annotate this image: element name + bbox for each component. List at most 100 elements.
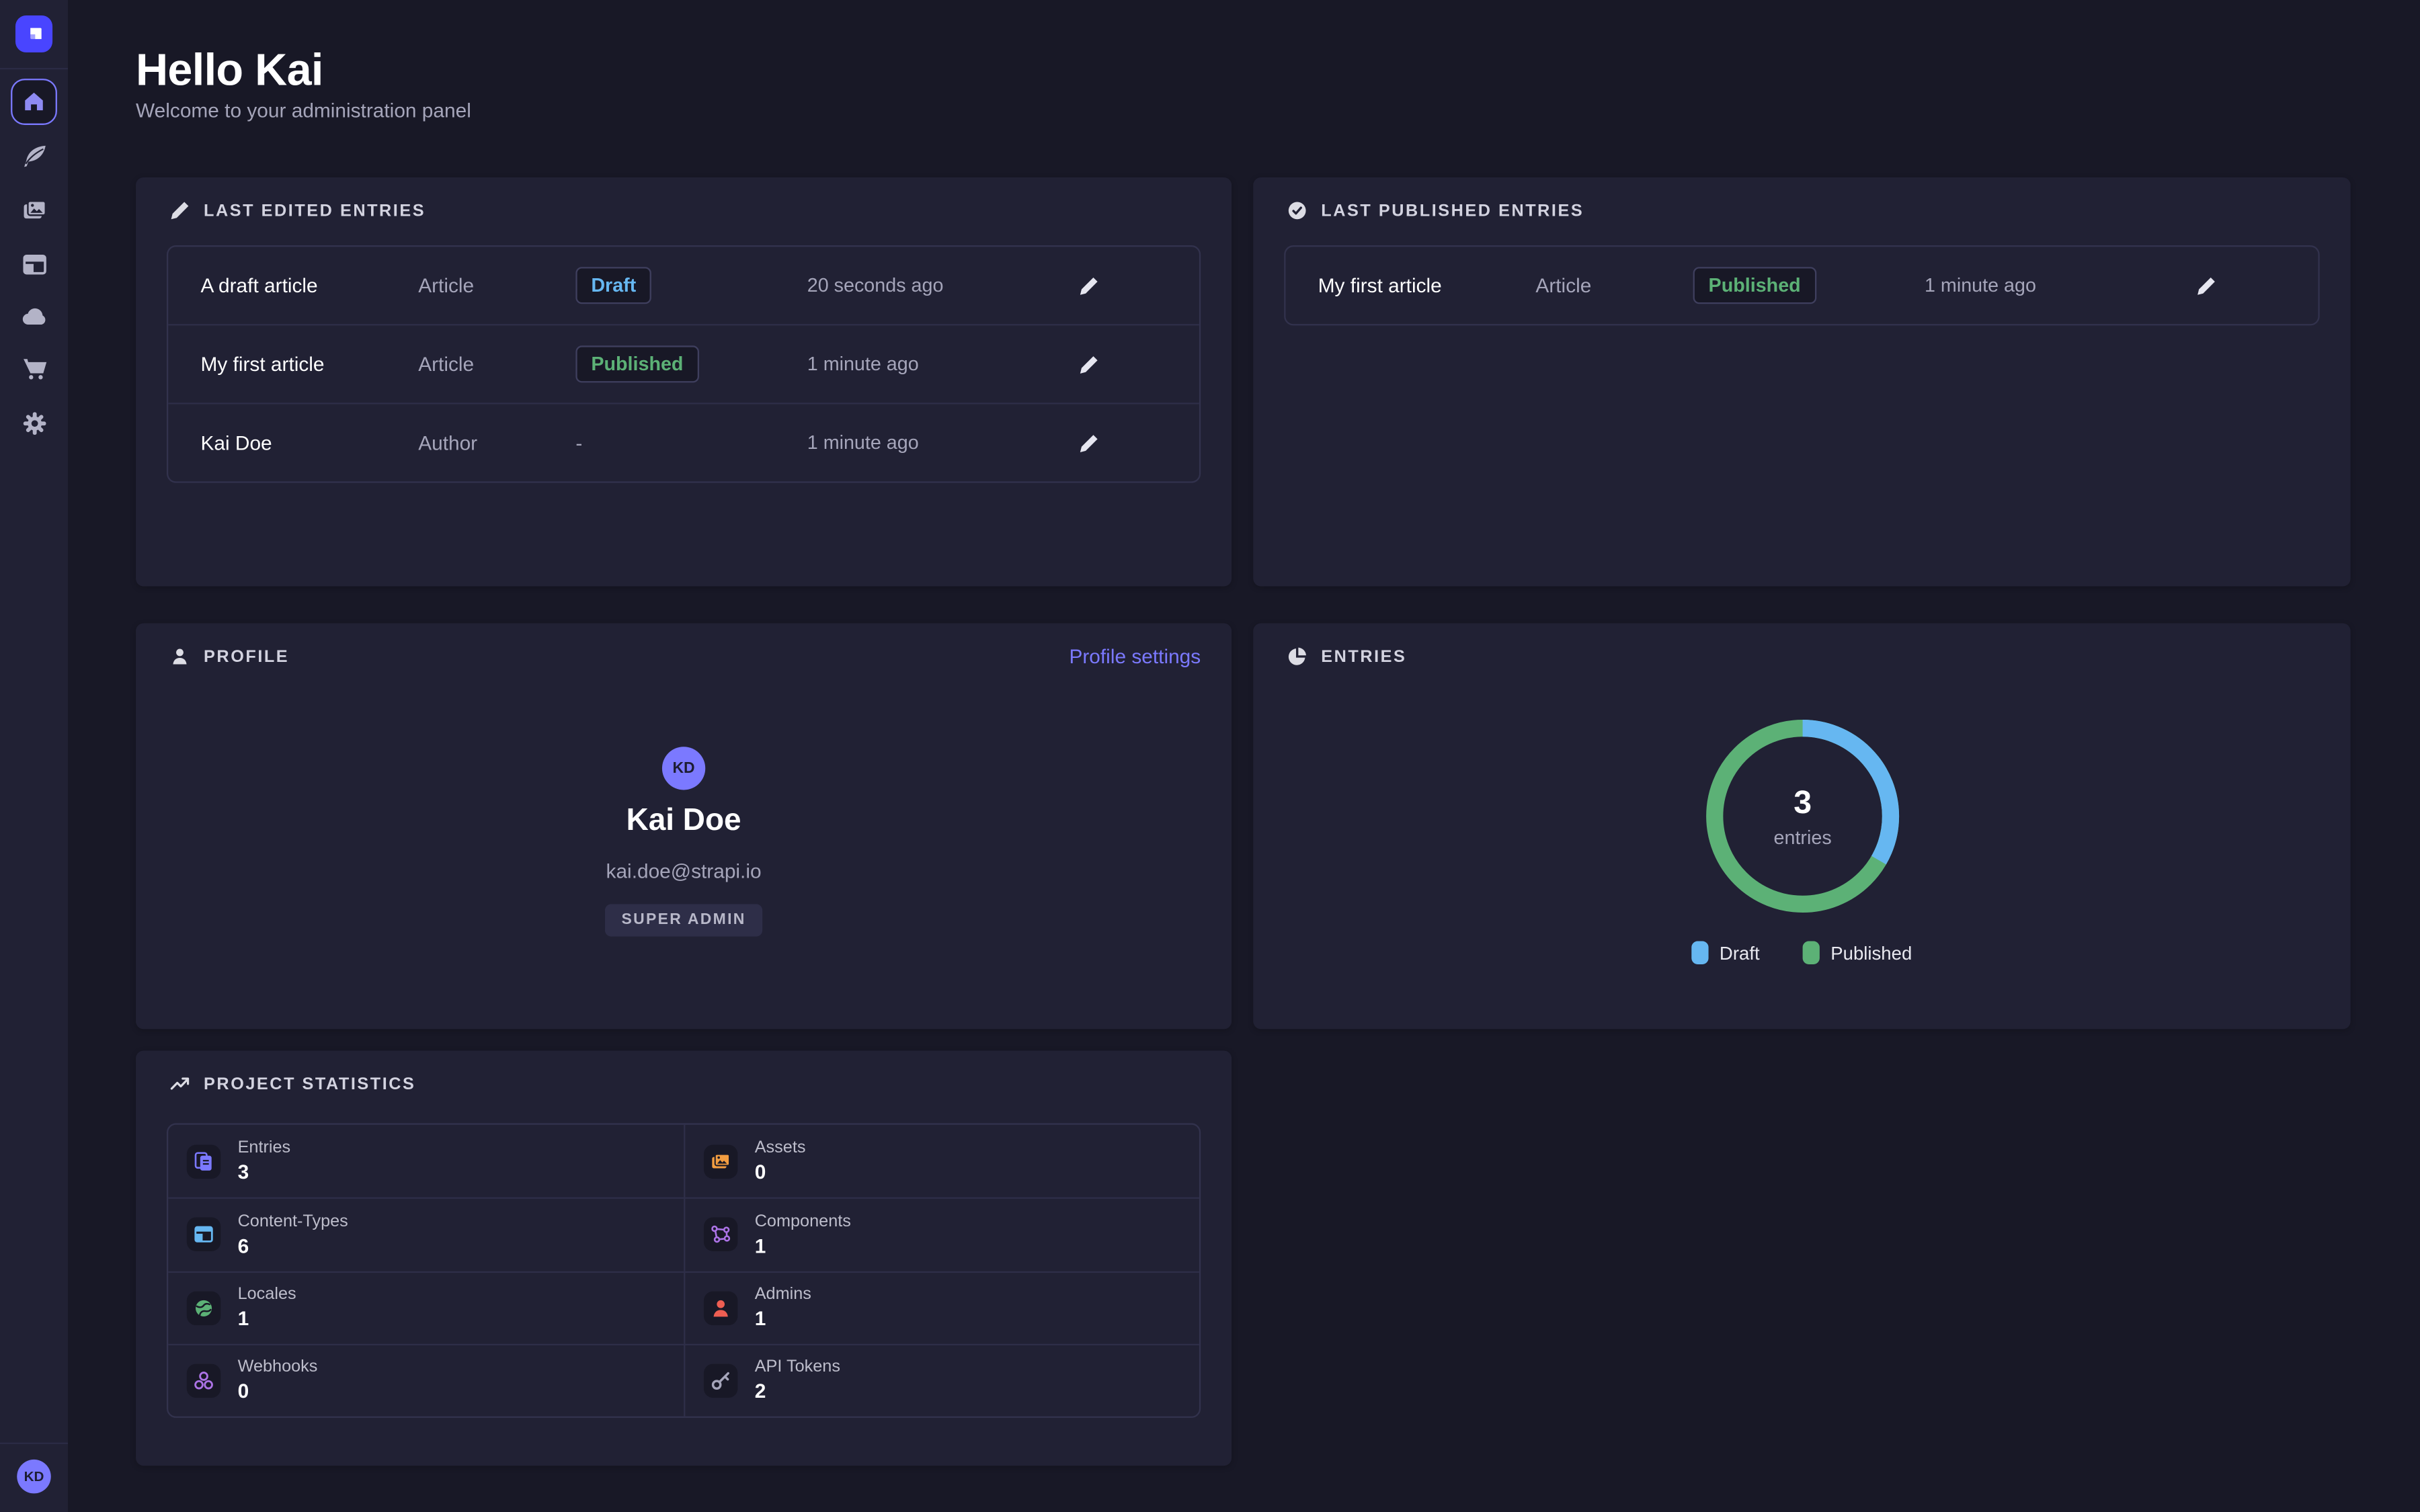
entry-type: Article <box>1535 274 1591 297</box>
components-icon <box>710 1224 731 1246</box>
stat-label: Admins <box>755 1286 811 1304</box>
strapi-logo-icon <box>22 22 45 45</box>
stat-api-tokens: API Tokens 2 <box>684 1343 1199 1416</box>
globe-icon <box>193 1297 214 1318</box>
page-title: Hello Kai <box>136 46 323 97</box>
documents-icon <box>193 1150 214 1172</box>
pencil-icon <box>1078 276 1098 296</box>
sidebar-item-marketplace[interactable] <box>20 355 48 382</box>
layout-icon <box>21 251 47 277</box>
feather-icon <box>21 142 47 169</box>
stat-icon-tile <box>704 1291 738 1325</box>
cloud-icon <box>21 303 47 329</box>
entry-time: 1 minute ago <box>807 353 919 375</box>
stat-value: 1 <box>755 1234 851 1257</box>
webhook-icon <box>193 1370 214 1391</box>
media-library-icon <box>21 197 47 223</box>
entries-donut-chart: 3 entries <box>1695 708 1910 924</box>
stat-icon-tile <box>187 1363 221 1398</box>
card-header: PROJECT STATISTICS <box>170 1074 416 1094</box>
stat-webhooks: Webhooks 0 <box>168 1343 684 1416</box>
edit-button[interactable] <box>1073 427 1104 458</box>
status-empty: - <box>575 431 582 454</box>
check-circle-icon <box>1287 200 1307 220</box>
entries-card: ENTRIES 3 entries Draft Published <box>1253 624 2350 1030</box>
profile-card: PROFILE Profile settings KD Kai Doe kai.… <box>136 624 1232 1030</box>
stat-icon-tile <box>704 1144 738 1179</box>
stat-icon-tile <box>187 1144 221 1179</box>
legend-label: Published <box>1830 942 1912 964</box>
sidebar-item-content-type-builder[interactable] <box>20 250 48 278</box>
entry-time: 20 seconds ago <box>807 275 944 296</box>
legend-swatch-draft <box>1692 941 1709 964</box>
profile-settings-link[interactable]: Profile settings <box>1069 645 1201 668</box>
stat-value: 0 <box>238 1380 318 1402</box>
table-row[interactable]: My first article Article Published 1 min… <box>168 324 1199 403</box>
user-avatar[interactable]: KD <box>17 1460 51 1494</box>
status-badge: Published <box>1693 267 1816 304</box>
stat-value: 6 <box>238 1234 348 1257</box>
card-header: PROFILE <box>170 646 290 667</box>
entry-type: Author <box>418 431 477 454</box>
sidebar-divider-bottom <box>0 1443 68 1444</box>
table-row[interactable]: My first article Article Published 1 min… <box>1285 247 2318 324</box>
card-title: PROJECT STATISTICS <box>204 1075 415 1093</box>
chart-legend: Draft Published <box>1253 941 2350 964</box>
table-row[interactable]: Kai Doe Author - 1 minute ago <box>168 403 1199 481</box>
sidebar-divider-top <box>0 68 68 69</box>
stat-label: Entries <box>238 1139 291 1158</box>
stat-entries: Entries 3 <box>168 1125 684 1198</box>
gear-icon <box>21 410 47 436</box>
donut-center: 3 entries <box>1695 708 1910 924</box>
stat-value: 1 <box>755 1307 811 1330</box>
entry-name: Kai Doe <box>200 431 272 454</box>
stat-value: 0 <box>755 1161 806 1183</box>
legend-swatch-published <box>1803 941 1820 964</box>
card-header: LAST EDITED ENTRIES <box>170 200 426 220</box>
stat-label: API Tokens <box>755 1358 840 1377</box>
entry-name: A draft article <box>200 274 317 297</box>
key-icon <box>710 1370 731 1391</box>
stat-label: Content-Types <box>238 1212 348 1231</box>
entry-time: 1 minute ago <box>1925 275 2036 296</box>
sidebar: KD <box>0 0 68 1512</box>
role-badge: SUPER ADMIN <box>604 904 763 936</box>
sidebar-item-home[interactable] <box>11 79 57 125</box>
stats-grid: Entries 3 Assets 0 <box>167 1123 1201 1418</box>
entries-unit: entries <box>1774 826 1832 847</box>
strapi-logo[interactable] <box>15 15 52 52</box>
entry-name: My first article <box>1318 274 1442 297</box>
person-icon <box>710 1297 731 1318</box>
card-title: PROFILE <box>204 647 289 666</box>
stat-label: Locales <box>238 1286 296 1304</box>
legend-item-published: Published <box>1803 941 1912 964</box>
table-row[interactable]: A draft article Article Draft 20 seconds… <box>168 247 1199 324</box>
stat-assets: Assets 0 <box>684 1125 1199 1198</box>
profile-body: KD Kai Doe kai.doe@strapi.io SUPER ADMIN <box>136 747 1232 936</box>
stat-icon-tile <box>187 1291 221 1325</box>
entry-name: My first article <box>200 353 324 376</box>
sidebar-item-cloud[interactable] <box>20 302 48 330</box>
card-title: ENTRIES <box>1321 647 1406 666</box>
entries-total: 3 <box>1793 784 1812 821</box>
last-published-entries-card: LAST PUBLISHED ENTRIES My first article … <box>1253 177 2350 586</box>
picture-icon <box>710 1150 731 1172</box>
sidebar-item-content-manager[interactable] <box>20 142 48 169</box>
stat-icon-tile <box>704 1363 738 1398</box>
pencil-icon <box>170 200 190 220</box>
entry-time: 1 minute ago <box>807 432 919 454</box>
edit-button[interactable] <box>1073 349 1104 380</box>
sidebar-item-media-library[interactable] <box>20 196 48 224</box>
person-icon <box>170 646 190 667</box>
sidebar-item-settings[interactable] <box>20 409 48 436</box>
page-subtitle: Welcome to your administration panel <box>136 99 471 122</box>
status-badge: Draft <box>575 267 651 304</box>
card-header: ENTRIES <box>1287 646 1407 667</box>
profile-email: kai.doe@strapi.io <box>606 859 762 882</box>
home-icon <box>23 91 44 112</box>
stat-value: 2 <box>755 1380 840 1402</box>
pencil-icon <box>2195 276 2216 296</box>
pie-icon <box>1287 646 1307 667</box>
edit-button[interactable] <box>2190 270 2221 301</box>
edit-button[interactable] <box>1073 270 1104 301</box>
